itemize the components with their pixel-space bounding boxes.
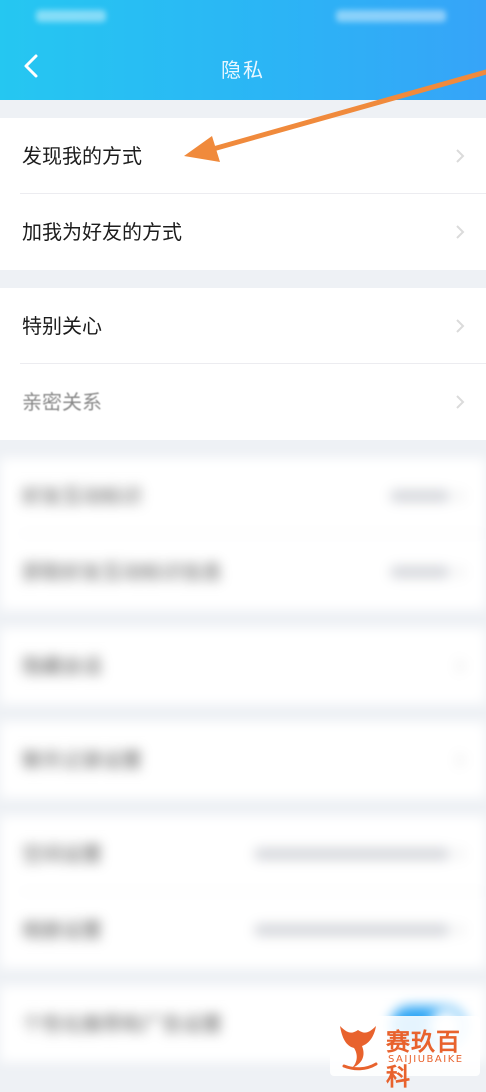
album-settings-row[interactable]: 相册设置 <box>0 892 486 968</box>
section-gap <box>0 798 486 816</box>
chevron-right-icon <box>456 847 465 861</box>
section-gap <box>0 440 486 458</box>
battery-time-indicators <box>336 10 446 22</box>
settings-section-space: 空间设置 相册设置 <box>0 816 486 968</box>
watermark-text-en: SAIJIUBAIKE <box>388 1054 464 1065</box>
add-friend-method-row[interactable]: 加我为好友的方式 <box>0 194 486 270</box>
row-value <box>254 924 450 936</box>
row-label: 空间设置 <box>22 842 102 866</box>
chevron-right-icon <box>456 225 465 239</box>
space-settings-row[interactable]: 空间设置 <box>0 816 486 892</box>
row-label: 聊天记录设置 <box>22 748 142 772</box>
chevron-right-icon <box>456 659 465 673</box>
chevron-right-icon <box>456 923 465 937</box>
page-title: 隐私 <box>221 58 265 82</box>
settings-section-chat-history: 聊天记录设置 <box>0 722 486 798</box>
section-gap <box>0 270 486 288</box>
section-gap <box>0 704 486 722</box>
settings-section-discovery: 发现我的方式 加我为好友的方式 <box>0 118 486 270</box>
section-gap <box>0 100 486 118</box>
chevron-right-icon <box>456 489 465 503</box>
row-label: 加我为好友的方式 <box>22 220 182 244</box>
section-gap <box>0 968 486 986</box>
row-label: 发现我的方式 <box>22 144 142 168</box>
chevron-right-icon <box>456 395 465 409</box>
row-value <box>254 848 450 860</box>
settings-list: 发现我的方式 加我为好友的方式 特别关心 亲密关系 好友互动标识 获取好友互动标… <box>0 100 486 1062</box>
fish-tail-logo-icon <box>340 1026 378 1071</box>
status-bar <box>0 0 486 34</box>
row-label: 个性化推荐和广告设置 <box>22 1012 222 1036</box>
watermark-logo: 赛玖百科 SAIJIUBAIKE <box>330 1016 480 1091</box>
settings-section-relations: 特别关心 亲密关系 <box>0 288 486 440</box>
chevron-right-icon <box>456 753 465 767</box>
row-label: 亲密关系 <box>22 390 102 414</box>
row-label: 相册设置 <box>22 918 102 942</box>
app-header: 隐私 <box>0 0 486 100</box>
row-label: 隐藏会话 <box>22 654 102 678</box>
row-value <box>390 490 450 502</box>
hidden-chat-row[interactable]: 隐藏会话 <box>0 628 486 704</box>
row-label: 特别关心 <box>22 314 102 338</box>
special-care-row[interactable]: 特别关心 <box>0 288 486 364</box>
settings-section-interaction: 好友互动标识 获取好友互动标识信息 <box>0 458 486 610</box>
chat-history-settings-row[interactable]: 聊天记录设置 <box>0 722 486 798</box>
find-me-method-row[interactable]: 发现我的方式 <box>0 118 486 194</box>
chevron-right-icon <box>456 565 465 579</box>
friend-interaction-mark-row[interactable]: 好友互动标识 <box>0 458 486 534</box>
chevron-right-icon <box>456 149 465 163</box>
settings-section-hidden-chat: 隐藏会话 <box>0 628 486 704</box>
row-label: 获取好友互动标识信息 <box>22 560 222 584</box>
chevron-right-icon <box>456 319 465 333</box>
signal-indicators <box>36 10 106 22</box>
interaction-mark-info-row[interactable]: 获取好友互动标识信息 <box>0 534 486 610</box>
row-value <box>390 566 450 578</box>
section-gap <box>0 610 486 628</box>
row-label: 好友互动标识 <box>22 484 142 508</box>
intimate-relation-row[interactable]: 亲密关系 <box>0 364 486 440</box>
